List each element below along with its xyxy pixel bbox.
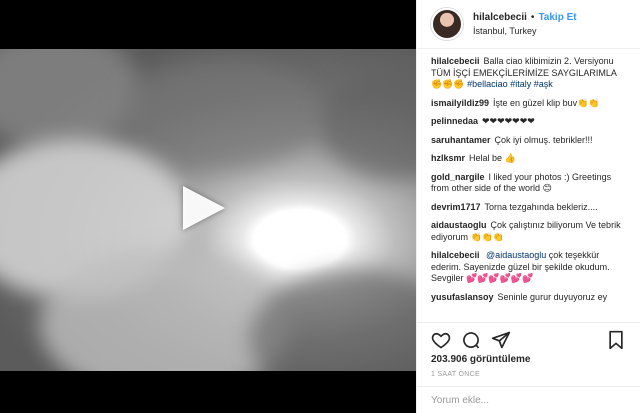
comment-username[interactable]: ismailyildiz99 [431,98,489,108]
comment-item: gold_nargile I liked your photos :) Greet… [431,172,630,195]
avatar[interactable] [431,8,463,40]
comment-username[interactable]: devrim1717 [431,202,481,212]
hashtag-link[interactable]: #aşk [534,79,553,89]
comment-username[interactable]: saruhantamer [431,135,491,145]
comment-username[interactable]: yusufaslansoy [431,292,494,302]
comment-username[interactable]: hilalcebecii [431,250,480,260]
username-link[interactable]: hilalcebecii [473,12,527,23]
share-icon[interactable] [491,330,511,350]
comment-item: hilalcebecii @aidaustaoglu çok teşekkür … [431,250,630,285]
comment-username[interactable]: hilalcebecii [431,56,480,66]
post-timestamp: 1 SAAT ÖNCE [431,371,480,378]
post-sidebar: hilalcebecii • Takip Et İstanbul, Turkey… [416,0,640,413]
action-icons [417,323,640,351]
comment-item: ismailyildiz99 İşte en güzel klip buv👏👏 [431,98,630,110]
instagram-post: hilalcebecii • Takip Et İstanbul, Turkey… [0,0,640,413]
comment-text: Çok iyi olmuş. tebrikler!!! [494,134,593,145]
play-icon[interactable] [183,186,225,230]
comment-item: devrim1717 Torna tezgahında bekleriz.... [431,202,630,214]
add-comment-bar [417,386,640,413]
comment-text: İşte en güzel klip buv👏👏 [493,97,600,108]
comment-username[interactable]: gold_nargile [431,172,485,182]
bookmark-icon[interactable] [606,330,626,350]
comment-item: yusufaslansoy Seninle gurur duyuyoruz ey [431,292,630,304]
comment-username[interactable]: hzlksmr [431,153,465,163]
add-comment-input[interactable] [431,395,621,406]
comment-username[interactable]: aidaustaoglu [431,220,487,230]
comment-text: Seninle gurur duyuyoruz ey [497,291,608,302]
mention-link[interactable]: @aidaustaoglu [486,250,546,260]
hashtag-link[interactable]: #bellaciao [467,79,508,89]
caption-comment: hilalcebecii Balla ciao klibimizin 2. Ver… [431,56,630,91]
comment-text: ❤❤❤❤❤❤❤ [482,116,535,126]
follow-button[interactable]: Takip Et [538,12,576,23]
comment-item: aidaustaoglu Çok çalıştınız biliyorum Ve … [431,220,630,243]
comment-list[interactable]: hilalcebecii Balla ciao klibimizin 2. Ver… [417,50,640,322]
comment-item: pelinnedaa ❤❤❤❤❤❤❤ [431,116,630,128]
post-header: hilalcebecii • Takip Et İstanbul, Turkey [417,0,640,49]
separator-dot: • [530,12,535,23]
video-player[interactable] [0,0,416,413]
comment-text: Helal be 👍 [469,153,516,163]
location-link[interactable]: İstanbul, Turkey [473,26,577,36]
comment-item: saruhantamer Çok iyi olmuş. tebrikler!!! [431,135,630,147]
hashtag-link[interactable]: #italy [510,79,531,89]
view-count[interactable]: 203.906 görüntüleme [417,351,640,365]
heart-icon[interactable] [431,330,451,350]
comment-item: hzlksmr Helal be 👍 [431,153,630,165]
post-actions: 203.906 görüntüleme 1 SAAT ÖNCE [417,322,640,413]
comment-text: Torna tezgahında bekleriz.... [484,201,598,212]
comment-icon[interactable] [461,330,481,350]
comment-username[interactable]: pelinnedaa [431,116,478,126]
